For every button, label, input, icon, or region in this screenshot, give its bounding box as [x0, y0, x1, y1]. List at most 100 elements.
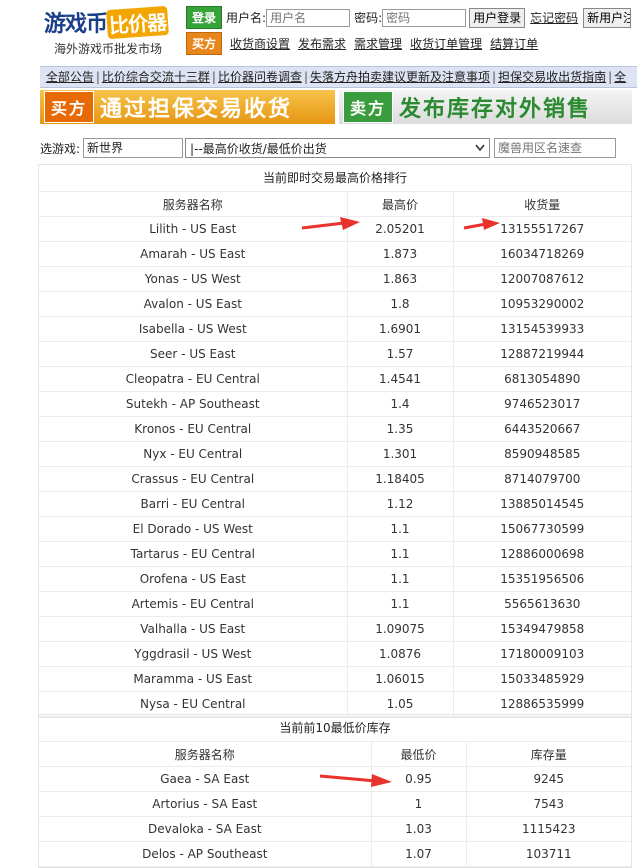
table-row: Nysa - EU Central 1.05 12886535999 — [39, 691, 631, 717]
buy-banner[interactable]: 买方 通过担保交易收货 — [40, 90, 335, 124]
price-cell: 1.09075 — [347, 616, 454, 642]
volume-cell: 12007087612 — [453, 266, 631, 292]
table-row: Isabella - US West 1.6901 13154539933 — [39, 316, 631, 342]
notice-link-group[interactable]: 比价综合交流十三群 — [102, 70, 210, 84]
register-button[interactable]: 新用户注册 — [583, 7, 632, 28]
server-name-cell[interactable]: Avalon - US East — [39, 291, 348, 317]
lowest-table-caption: 当前前10最低价库存 — [39, 715, 631, 742]
notice-link-more[interactable]: 全 — [614, 70, 626, 84]
table-row: Devaloka - SA East 1.03 1115423 — [39, 816, 631, 842]
notice-bar: 全部公告 | 比价综合交流十三群 | 比价器问卷调查 | 失落方舟拍卖建议更新及注意事项 | 担… — [40, 66, 637, 88]
server-name-cell[interactable]: Kronos - EU Central — [39, 416, 348, 442]
price-cell: 2.05201 — [347, 216, 454, 242]
volume-cell: 8590948585 — [453, 441, 631, 467]
price-cell: 1.301 — [347, 441, 454, 467]
volume-cell: 15349479858 — [453, 616, 631, 642]
volume-cell: 15033485929 — [453, 666, 631, 692]
server-name-cell[interactable]: Yonas - US West — [39, 266, 348, 292]
table-row: Nyx - EU Central 1.301 8590948585 — [39, 441, 631, 467]
site-logo[interactable]: 游戏币比价器 — [44, 5, 169, 40]
server-name-cell[interactable]: Delos - AP Southeast — [39, 841, 372, 867]
server-name-cell[interactable]: Tartarus - EU Central — [39, 541, 348, 567]
table-row: Tartarus - EU Central 1.1 12886000698 — [39, 541, 631, 567]
price-cell: 1.873 — [347, 241, 454, 267]
annotation-arrow-icon — [319, 774, 392, 787]
server-name-cell[interactable]: Nyx - EU Central — [39, 441, 348, 467]
server-name-cell[interactable]: Amarah - US East — [39, 241, 348, 267]
login-bar: 登录 用户名: 密码: 用户登录 忘记密码 新用户注册 — [186, 6, 632, 29]
server-name-cell[interactable]: Cleopatra - EU Central — [39, 366, 348, 392]
buyer-link-settings[interactable]: 收货商设置 — [230, 35, 290, 52]
buyer-link-demand-management[interactable]: 需求管理 — [354, 35, 402, 52]
table-row: Orofena - US East 1.1 15351956506 — [39, 566, 631, 592]
server-search-input[interactable] — [494, 138, 617, 158]
server-name-cell[interactable]: Isabella - US West — [39, 316, 348, 342]
login-button[interactable]: 用户登录 — [469, 7, 526, 28]
table-row: Seer - US East 1.57 12887219944 — [39, 341, 631, 367]
table-row: Cleopatra - EU Central 1.4541 6813054890 — [39, 366, 631, 392]
price-cell: 1 — [371, 791, 467, 817]
volume-cell: 9245 — [466, 766, 631, 792]
table-row: Sutekh - AP Southeast 1.4 9746523017 — [39, 391, 631, 417]
volume-cell: 12887219944 — [453, 341, 631, 367]
username-label: 用户名: — [226, 11, 267, 25]
forgot-password-link[interactable]: 忘记密码 — [530, 9, 578, 26]
server-name-cell[interactable]: Nysa - EU Central — [39, 691, 348, 717]
volume-cell: 12886000698 — [453, 541, 631, 567]
highest-table-grid: 服务器名称 最高价 收货量 Lilith - US East 2.05201 131… — [39, 192, 631, 717]
server-name-cell[interactable]: Sutekh - AP Southeast — [39, 391, 348, 417]
server-name-cell[interactable]: Yggdrasil - US West — [39, 641, 348, 667]
server-name-cell[interactable]: Devaloka - SA East — [39, 816, 372, 842]
volume-cell: 15067730599 — [453, 516, 631, 542]
server-name-cell[interactable]: El Dorado - US West — [39, 516, 348, 542]
col-header-server: 服务器名称 — [39, 192, 348, 217]
mode-select[interactable]: |--最高价收货/最低价出货 — [185, 138, 491, 158]
server-name-cell[interactable]: Artorius - SA East — [39, 791, 372, 817]
server-name-cell[interactable]: Orofena - US East — [39, 566, 348, 592]
server-name-cell[interactable]: Artemis - EU Central — [39, 591, 348, 617]
price-cell: 1.1 — [347, 516, 454, 542]
buyer-link-order-management[interactable]: 收货订单管理 — [410, 35, 482, 52]
server-name-cell[interactable]: Maramma - US East — [39, 666, 348, 692]
volume-cell: 5565613630 — [453, 591, 631, 617]
price-cell: 1.05 — [347, 691, 454, 717]
filter-row: 选游戏: 新世界 |--最高价收货/最低价出货 — [40, 138, 617, 158]
buyer-menu: 买方 收货商设置 发布需求 需求管理 收货订单管理 结算订单 — [186, 32, 538, 55]
lowest-table-grid: 服务器名称 最低价 库存量 Gaea - SA East 0.95 9245 Arto… — [39, 742, 631, 867]
game-input[interactable]: 新世界 — [83, 138, 184, 158]
volume-cell: 8714079700 — [453, 466, 631, 492]
notice-link-all[interactable]: 全部公告 — [46, 70, 94, 84]
notice-link-guide[interactable]: 担保交易收出货指南 — [498, 70, 606, 84]
username-input[interactable] — [266, 8, 351, 27]
price-cell: 1.1 — [347, 591, 454, 617]
price-cell: 1.4541 — [347, 366, 454, 392]
table-row: Maramma - US East 1.06015 15033485929 — [39, 666, 631, 692]
table-row: Avalon - US East 1.8 10953290002 — [39, 291, 631, 317]
table-row: Yonas - US West 1.863 12007087612 — [39, 266, 631, 292]
buyer-link-settlement[interactable]: 结算订单 — [490, 35, 538, 52]
server-name-cell[interactable]: Valhalla - US East — [39, 616, 348, 642]
mode-select-value: |--最高价收货/最低价出货 — [190, 141, 327, 156]
server-name-cell[interactable]: Barri - EU Central — [39, 491, 348, 517]
password-label: 密码: — [354, 11, 383, 25]
chevron-down-icon — [475, 141, 485, 155]
volume-cell: 6443520667 — [453, 416, 631, 442]
volume-cell: 13154539933 — [453, 316, 631, 342]
table-row: Delos - AP Southeast 1.07 103711 — [39, 841, 631, 867]
buyer-link-post-demand[interactable]: 发布需求 — [298, 35, 346, 52]
notice-link-survey[interactable]: 比价器问卷调查 — [218, 70, 302, 84]
col-header-server: 服务器名称 — [39, 742, 372, 767]
table-row: Yggdrasil - US West 1.0876 17180009103 — [39, 641, 631, 667]
sell-banner[interactable]: 卖方 发布库存对外销售 — [339, 90, 632, 124]
site-header: 游戏币比价器 海外游戏币批发市场 登录 用户名: 密码: 用户登录 忘记密码 新… — [0, 0, 637, 62]
password-input[interactable] — [382, 8, 467, 27]
price-cell: 1.18405 — [347, 466, 454, 492]
table-row: Artorius - SA East 1 7543 — [39, 791, 631, 817]
notice-link-lost-ark[interactable]: 失落方舟拍卖建议更新及注意事项 — [310, 70, 490, 84]
server-name-cell[interactable]: Seer - US East — [39, 341, 348, 367]
annotation-arrow-icon — [301, 217, 360, 230]
logo-text-main: 游戏币 — [44, 11, 108, 37]
col-header-stock: 库存量 — [466, 742, 631, 767]
buy-banner-text: 通过担保交易收货 — [100, 97, 293, 122]
server-name-cell[interactable]: Crassus - EU Central — [39, 466, 348, 492]
